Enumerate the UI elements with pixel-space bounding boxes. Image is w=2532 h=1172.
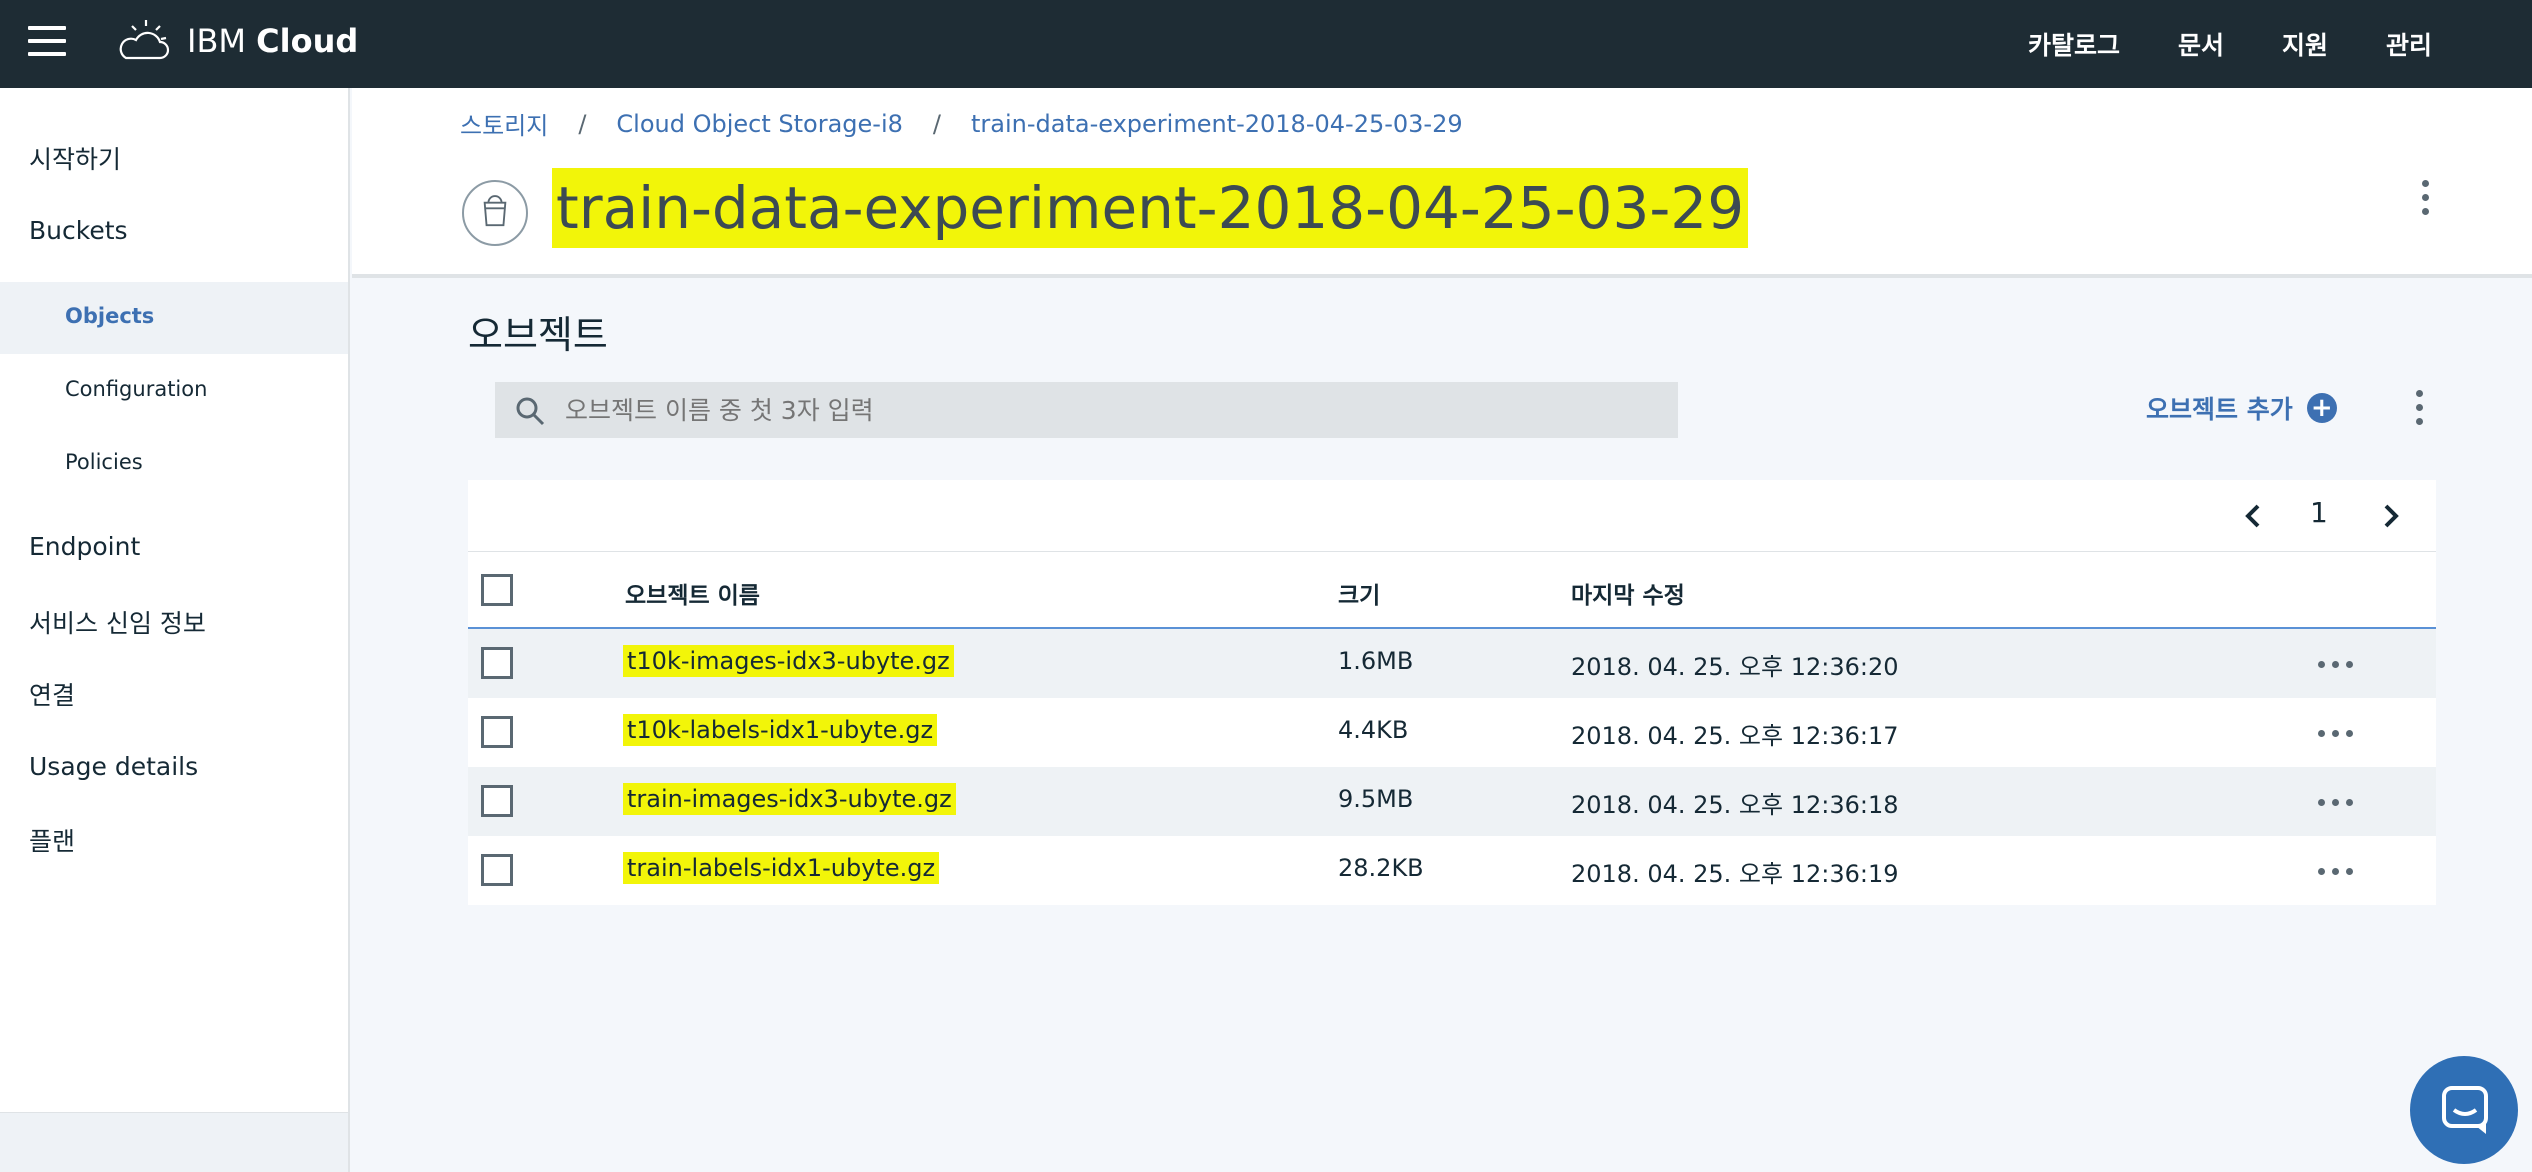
breadcrumb-separator: / xyxy=(578,109,587,138)
nav-catalog[interactable]: 카탈로그 xyxy=(2028,26,2120,62)
object-modified: 2018. 04. 25. 오후 12:36:17 xyxy=(1571,722,1899,750)
object-modified: 2018. 04. 25. 오후 12:36:20 xyxy=(1571,653,1899,681)
table-header: 오브젝트 이름 크기 마지막 수정 xyxy=(468,552,2436,629)
nav-manage[interactable]: 관리 xyxy=(2386,26,2432,62)
row-checkbox[interactable] xyxy=(481,785,513,817)
ibm-cloud-logo-icon[interactable] xyxy=(116,18,170,66)
chevron-right-icon[interactable] xyxy=(2378,500,2406,532)
search-bar xyxy=(495,382,1678,438)
sidebar-footer xyxy=(0,1112,348,1172)
sidebar-item-configuration[interactable]: Configuration xyxy=(65,377,207,401)
pagination: 1 xyxy=(468,480,2436,552)
page-header: 스토리지 / Cloud Object Storage-i8 / train-d… xyxy=(352,88,2532,278)
table-row[interactable]: t10k-images-idx3-ubyte.gz 1.6MB 2018. 04… xyxy=(468,629,2436,698)
select-all-checkbox[interactable] xyxy=(481,574,513,606)
page-title: train-data-experiment-2018-04-25-03-29 xyxy=(552,168,1749,248)
sidebar-item-plan[interactable]: 플랜 xyxy=(29,822,75,858)
header-overflow-menu-icon[interactable] xyxy=(2422,180,2432,222)
column-header-modified[interactable]: 마지막 수정 xyxy=(1571,576,1685,610)
object-size: 9.5MB xyxy=(1338,785,1414,813)
row-overflow-menu-icon[interactable] xyxy=(2318,730,2358,738)
add-object-label: 오브젝트 추가 xyxy=(2146,395,2293,424)
row-checkbox[interactable] xyxy=(481,854,513,886)
sidebar-item-policies[interactable]: Policies xyxy=(65,450,143,474)
chat-button[interactable] xyxy=(2410,1056,2518,1164)
sidebar-item-service-credentials[interactable]: 서비스 신임 정보 xyxy=(29,604,206,640)
sidebar-item-usage-details[interactable]: Usage details xyxy=(29,752,198,781)
chevron-left-icon[interactable] xyxy=(2238,500,2266,532)
add-object-button[interactable]: 오브젝트 추가 + xyxy=(2146,390,2337,426)
sidebar-item-connections[interactable]: 연결 xyxy=(29,676,75,712)
row-overflow-menu-icon[interactable] xyxy=(2318,661,2358,669)
top-navigation-bar: IBM Cloud 카탈로그 문서 지원 관리 xyxy=(0,0,2532,88)
object-size: 4.4KB xyxy=(1338,716,1409,744)
chat-icon xyxy=(2442,1086,2488,1134)
breadcrumb: 스토리지 / Cloud Object Storage-i8 / train-d… xyxy=(460,106,1463,141)
object-size: 28.2KB xyxy=(1338,854,1424,882)
objects-table: 1 오브젝트 이름 크기 마지막 수정 t10k-images-idx3-uby… xyxy=(468,480,2436,905)
object-name-link[interactable]: t10k-images-idx3-ubyte.gz xyxy=(623,645,954,677)
sidebar-item-buckets[interactable]: Buckets xyxy=(29,216,128,245)
sidebar-item-endpoint[interactable]: Endpoint xyxy=(29,532,140,561)
object-name-link[interactable]: t10k-labels-idx1-ubyte.gz xyxy=(623,714,938,746)
hamburger-menu-icon[interactable] xyxy=(28,26,66,60)
page-number: 1 xyxy=(2310,496,2328,529)
sidebar-item-getting-started[interactable]: 시작하기 xyxy=(29,140,121,176)
nav-support[interactable]: 지원 xyxy=(2282,26,2328,62)
brand-name[interactable]: IBM Cloud xyxy=(187,22,358,60)
breadcrumb-storage[interactable]: 스토리지 xyxy=(460,106,548,141)
object-modified: 2018. 04. 25. 오후 12:36:18 xyxy=(1571,791,1899,819)
column-header-name[interactable]: 오브젝트 이름 xyxy=(625,576,760,610)
top-nav: 카탈로그 문서 지원 관리 xyxy=(2028,0,2432,88)
search-icon xyxy=(516,397,545,426)
column-header-size[interactable]: 크기 xyxy=(1338,576,1380,610)
object-name-link[interactable]: train-labels-idx1-ubyte.gz xyxy=(623,852,940,884)
table-row[interactable]: train-labels-idx1-ubyte.gz 28.2KB 2018. … xyxy=(468,836,2436,905)
objects-overflow-menu-icon[interactable] xyxy=(2416,390,2426,432)
breadcrumb-cos-instance[interactable]: Cloud Object Storage-i8 xyxy=(616,110,902,138)
row-checkbox[interactable] xyxy=(481,647,513,679)
sidebar: 시작하기 Buckets Objects Configuration Polic… xyxy=(0,88,350,1172)
table-row[interactable]: t10k-labels-idx1-ubyte.gz 4.4KB 2018. 04… xyxy=(468,698,2436,767)
section-title: 오브젝트 xyxy=(468,313,608,357)
table-row[interactable]: train-images-idx3-ubyte.gz 9.5MB 2018. 0… xyxy=(468,767,2436,836)
breadcrumb-bucket[interactable]: train-data-experiment-2018-04-25-03-29 xyxy=(971,110,1463,138)
row-overflow-menu-icon[interactable] xyxy=(2318,868,2358,876)
row-overflow-menu-icon[interactable] xyxy=(2318,799,2358,807)
object-size: 1.6MB xyxy=(1338,647,1414,675)
sidebar-active-highlight xyxy=(0,282,348,354)
object-modified: 2018. 04. 25. 오후 12:36:19 xyxy=(1571,860,1899,888)
row-checkbox[interactable] xyxy=(481,716,513,748)
object-name-link[interactable]: train-images-idx3-ubyte.gz xyxy=(623,783,956,815)
sidebar-item-objects[interactable]: Objects xyxy=(65,304,154,328)
plus-circle-icon: + xyxy=(2306,393,2337,423)
bucket-icon xyxy=(462,180,528,246)
breadcrumb-separator: / xyxy=(932,109,941,138)
search-input[interactable] xyxy=(565,395,1645,425)
nav-docs[interactable]: 문서 xyxy=(2178,26,2224,62)
